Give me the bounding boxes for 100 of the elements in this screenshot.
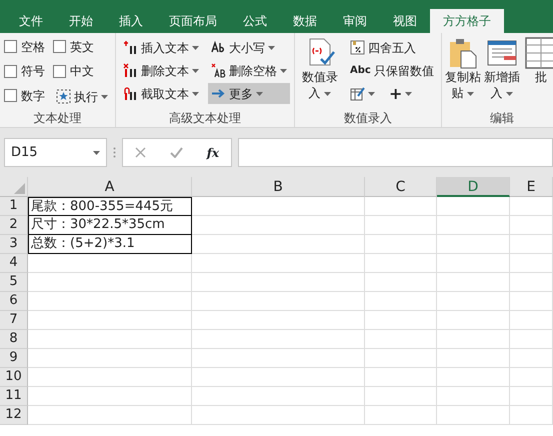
group-label: 文本处理: [32, 110, 82, 127]
empty-cell[interactable]: [192, 349, 365, 368]
empty-cell[interactable]: [510, 330, 553, 349]
row-header[interactable]: 1: [0, 197, 28, 216]
row-header[interactable]: 11: [0, 387, 28, 406]
empty-cell[interactable]: [192, 311, 365, 330]
empty-cell[interactable]: [365, 349, 437, 368]
empty-cell[interactable]: [365, 387, 437, 406]
ribbon-button[interactable]: Abc 只保留数值: [347, 60, 437, 81]
empty-cell[interactable]: [365, 197, 437, 216]
empty-cell[interactable]: [437, 235, 510, 254]
empty-cell[interactable]: [192, 273, 365, 292]
column-header[interactable]: B: [192, 177, 365, 197]
empty-cell[interactable]: [192, 235, 365, 254]
ribbon-button[interactable]: 批: [522, 37, 553, 109]
check-icon[interactable]: [170, 147, 183, 158]
column-header[interactable]: C: [365, 177, 437, 197]
ribbon-button[interactable]: 新增插入: [482, 37, 521, 109]
empty-cell[interactable]: [510, 311, 553, 330]
ribbon-tab[interactable]: 数据: [280, 9, 330, 33]
row-header[interactable]: 4: [0, 254, 28, 273]
ribbon-button[interactable]: 插入文本: [120, 37, 202, 58]
row-header[interactable]: 2: [0, 216, 28, 235]
ribbon-button[interactable]: 删除空格: [208, 60, 290, 81]
empty-cell[interactable]: [510, 216, 553, 235]
empty-cell[interactable]: [437, 330, 510, 349]
empty-cell[interactable]: [437, 292, 510, 311]
ribbon-tab[interactable]: 文件: [6, 9, 56, 33]
ribbon-tab[interactable]: 页面布局: [156, 9, 230, 33]
insert-function-button[interactable]: fx: [206, 144, 220, 162]
empty-cell[interactable]: [510, 197, 553, 216]
row-header[interactable]: 5: [0, 273, 28, 292]
checkbox[interactable]: 英文: [53, 37, 111, 56]
ribbon-button[interactable]: 四舍五入: [347, 37, 437, 58]
empty-cell[interactable]: [365, 368, 437, 387]
row-header[interactable]: 3: [0, 235, 28, 254]
ribbon-button[interactable]: 执行: [53, 86, 111, 108]
empty-cell[interactable]: [510, 387, 553, 406]
empty-cell[interactable]: [192, 368, 365, 387]
empty-cell[interactable]: [437, 349, 510, 368]
empty-cell[interactable]: [510, 349, 553, 368]
row-header[interactable]: 12: [0, 406, 28, 425]
checkbox[interactable]: 数字: [4, 86, 45, 106]
checkbox[interactable]: 中文: [53, 62, 111, 81]
empty-cell[interactable]: [437, 254, 510, 273]
empty-cell[interactable]: [437, 311, 510, 330]
empty-cell[interactable]: [365, 330, 437, 349]
empty-cell[interactable]: [192, 387, 365, 406]
ribbon-button[interactable]: 删除文本: [120, 60, 202, 81]
empty-cell[interactable]: [192, 406, 365, 425]
row-header[interactable]: 6: [0, 292, 28, 311]
empty-cell[interactable]: [510, 368, 553, 387]
ribbon-button[interactable]: 截取文本: [120, 83, 202, 104]
ribbon-button[interactable]: 大小写: [208, 37, 290, 58]
empty-cell[interactable]: [365, 311, 437, 330]
empty-cell[interactable]: [192, 216, 365, 235]
name-box[interactable]: D15: [4, 138, 107, 167]
empty-cell[interactable]: [192, 330, 365, 349]
empty-cell[interactable]: [365, 406, 437, 425]
empty-cell[interactable]: [510, 292, 553, 311]
ribbon-button[interactable]: +: [386, 83, 416, 104]
row-header[interactable]: 7: [0, 311, 28, 330]
checkbox[interactable]: 符号: [4, 62, 45, 81]
empty-cell[interactable]: [510, 235, 553, 254]
empty-cell[interactable]: [365, 292, 437, 311]
empty-cell[interactable]: [437, 273, 510, 292]
empty-cell[interactable]: [510, 254, 553, 273]
row-header[interactable]: 10: [0, 368, 28, 387]
empty-cell[interactable]: [365, 216, 437, 235]
column-header[interactable]: E: [510, 177, 553, 197]
empty-cell[interactable]: [437, 406, 510, 425]
empty-cell[interactable]: [437, 197, 510, 216]
ribbon-tab[interactable]: 视图: [380, 9, 430, 33]
checkbox[interactable]: 空格: [4, 37, 45, 56]
empty-cell[interactable]: [437, 216, 510, 235]
row-header[interactable]: 9: [0, 349, 28, 368]
cancel-icon[interactable]: [134, 147, 146, 158]
empty-cell[interactable]: [192, 292, 365, 311]
ribbon-button[interactable]: 更多: [208, 83, 290, 104]
empty-cell[interactable]: [437, 387, 510, 406]
empty-cell[interactable]: [365, 254, 437, 273]
row-header[interactable]: 8: [0, 330, 28, 349]
column-header[interactable]: A: [28, 177, 192, 197]
ribbon-button[interactable]: 数值录入: [299, 37, 341, 109]
empty-cell[interactable]: [192, 254, 365, 273]
column-header[interactable]: D: [437, 177, 510, 197]
empty-cell[interactable]: [510, 406, 553, 425]
empty-cell[interactable]: [365, 273, 437, 292]
formula-input[interactable]: [238, 138, 553, 167]
ribbon-tab[interactable]: 审阅: [330, 9, 380, 33]
ribbon-tab[interactable]: 方方格子: [430, 9, 504, 33]
ribbon-tab[interactable]: 插入: [106, 9, 156, 33]
empty-cell[interactable]: [365, 235, 437, 254]
ribbon-button[interactable]: 复制粘贴: [444, 37, 482, 109]
empty-cell[interactable]: [510, 273, 553, 292]
empty-cell[interactable]: [192, 197, 365, 216]
ribbon-tab[interactable]: 开始: [56, 9, 106, 33]
ribbon-tab[interactable]: 公式: [230, 9, 280, 33]
select-all-icon[interactable]: [14, 183, 25, 194]
empty-cell[interactable]: [437, 368, 510, 387]
